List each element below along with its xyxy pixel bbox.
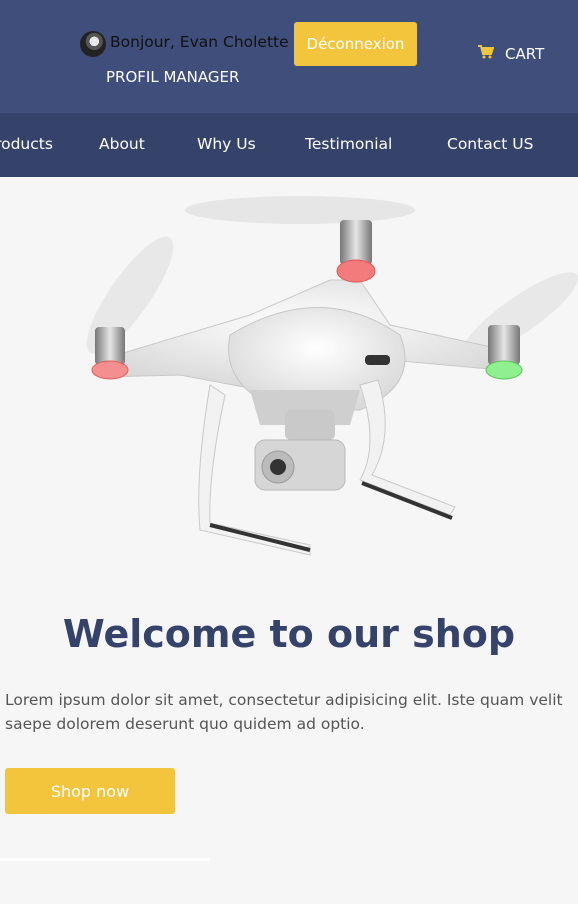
cart-link[interactable]: CART [478,45,544,63]
nav-item-testimonial[interactable]: Testimonial [305,135,392,153]
main-nav: Products About Why Us Testimonial Contac… [0,113,578,177]
shop-now-button[interactable]: Shop now [5,768,175,814]
site-header: Bonjour, Evan Cholette Déconnexion PROFI… [0,0,578,113]
cart-icon [478,45,495,63]
nav-item-about[interactable]: About [99,135,145,153]
logout-button[interactable]: Déconnexion [294,22,417,66]
user-avatar[interactable] [80,31,106,57]
cart-label: CART [505,45,545,63]
drone-image [86,196,578,556]
hero-description: Lorem ipsum dolor sit amet, consectetur … [5,691,563,733]
profile-manager-link[interactable]: PROFIL MANAGER [106,68,239,86]
nav-item-why-us[interactable]: Why Us [197,135,256,153]
greeting-text: Bonjour, Evan Cholette [110,33,289,51]
divider [0,858,210,861]
nav-item-contact-us[interactable]: Contact US [447,135,533,153]
nav-item-products[interactable]: Products [0,135,53,153]
hero-title: Welcome to our shop [62,612,516,656]
